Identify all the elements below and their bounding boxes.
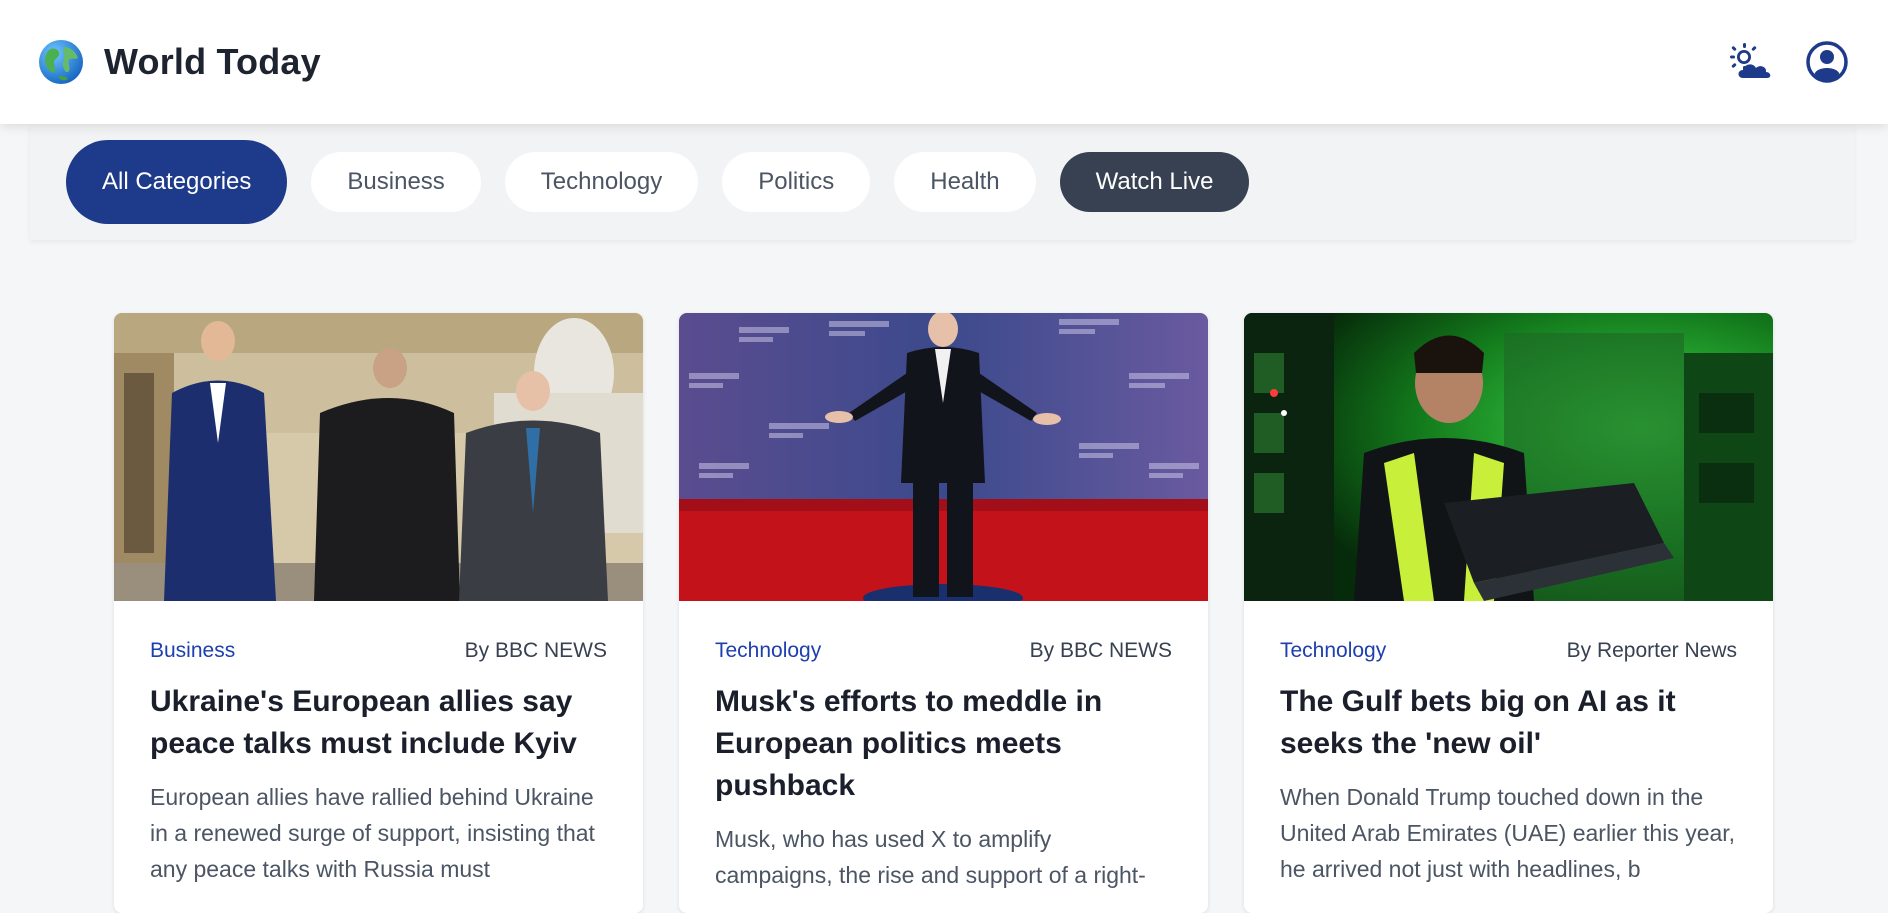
user-circle-icon bbox=[1806, 41, 1848, 83]
article-body: Technology By BBC NEWS Musk's efforts to… bbox=[679, 601, 1208, 893]
article-image[interactable] bbox=[114, 313, 643, 601]
article-card[interactable]: Business By BBC NEWS Ukraine's European … bbox=[114, 313, 643, 913]
article-meta: Technology By BBC NEWS bbox=[715, 639, 1172, 663]
article-title[interactable]: Musk's efforts to meddle in European pol… bbox=[715, 681, 1172, 807]
header-actions bbox=[1728, 39, 1850, 85]
article-card[interactable]: Technology By BBC NEWS Musk's efforts to… bbox=[679, 313, 1208, 913]
filter-politics[interactable]: Politics bbox=[722, 152, 871, 212]
article-summary: Musk, who has used X to amplify campaign… bbox=[715, 826, 1146, 888]
article-grid: Business By BBC NEWS Ukraine's European … bbox=[114, 313, 1773, 913]
watch-live-button[interactable]: Watch Live bbox=[1059, 152, 1250, 212]
article-image[interactable] bbox=[679, 313, 1208, 601]
article-title[interactable]: The Gulf bets big on AI as it seeks the … bbox=[1280, 681, 1737, 765]
category-filter-bar: All Categories Business Technology Polit… bbox=[30, 124, 1854, 240]
article-image[interactable] bbox=[1244, 313, 1773, 601]
filter-all-categories[interactable]: All Categories bbox=[66, 140, 288, 224]
article-body: Technology By Reporter News The Gulf bet… bbox=[1244, 601, 1773, 887]
article-author: By BBC NEWS bbox=[464, 639, 607, 662]
article-author: By Reporter News bbox=[1566, 639, 1737, 662]
article-title[interactable]: Ukraine's European allies say peace talk… bbox=[150, 681, 607, 765]
article-summary: When Donald Trump touched down in the Un… bbox=[1280, 784, 1736, 882]
article-category[interactable]: Technology bbox=[715, 639, 821, 663]
globe-icon bbox=[39, 40, 83, 84]
article-author: By BBC NEWS bbox=[1029, 639, 1172, 662]
site-title: World Today bbox=[104, 41, 321, 82]
brand[interactable]: World Today bbox=[38, 39, 321, 85]
sun-cloud-icon bbox=[1730, 43, 1771, 78]
article-card[interactable]: Technology By Reporter News The Gulf bet… bbox=[1244, 313, 1773, 913]
filter-business[interactable]: Business bbox=[311, 152, 481, 212]
article-category[interactable]: Technology bbox=[1280, 639, 1386, 663]
weather-button[interactable] bbox=[1728, 39, 1774, 85]
article-meta: Technology By Reporter News bbox=[1280, 639, 1737, 663]
article-summary: European allies have rallied behind Ukra… bbox=[150, 784, 595, 882]
profile-button[interactable] bbox=[1804, 39, 1850, 85]
article-meta: Business By BBC NEWS bbox=[150, 639, 607, 663]
article-category[interactable]: Business bbox=[150, 639, 235, 663]
top-header: World Today bbox=[0, 0, 1888, 124]
article-body: Business By BBC NEWS Ukraine's European … bbox=[114, 601, 643, 887]
filter-health[interactable]: Health bbox=[894, 152, 1036, 212]
filter-technology[interactable]: Technology bbox=[504, 152, 699, 212]
